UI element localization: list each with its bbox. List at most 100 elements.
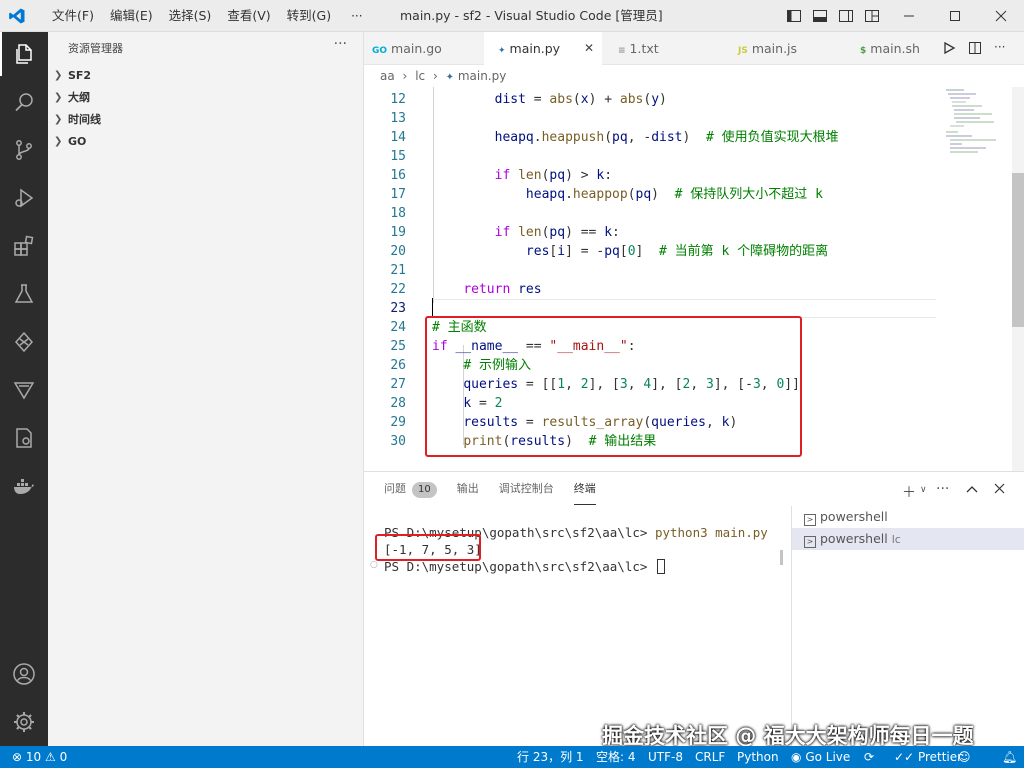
indentation[interactable]: 空格: 4 — [596, 746, 636, 768]
remote-containers-view-button[interactable] — [0, 416, 48, 460]
run-file-icon[interactable] — [942, 41, 956, 55]
tab-main-js[interactable]: JS main.js — [738, 32, 797, 65]
go-live-button[interactable]: ◉ Go Live — [791, 746, 850, 768]
tab-main-py[interactable]: ✦ main.py ✕ — [484, 32, 602, 65]
toggle-primary-sidebar-icon[interactable] — [786, 8, 802, 24]
tab-label: main.sh — [870, 41, 920, 56]
accounts-button[interactable] — [0, 652, 48, 696]
tab-1-txt[interactable]: ≡ 1.txt — [618, 32, 659, 65]
chevron-right-icon: › — [432, 69, 438, 83]
sidebar-section-timeline[interactable]: ❯ 时间线 — [48, 109, 364, 131]
encoding[interactable]: UTF-8 — [648, 746, 683, 768]
tab-terminal[interactable]: 终端 — [573, 473, 596, 505]
menu-edit[interactable]: 编辑(E) — [102, 0, 161, 32]
sidebar-section-label: SF2 — [68, 69, 92, 82]
tab-problems[interactable]: 问题 10 — [384, 472, 437, 506]
search-view-button[interactable] — [0, 80, 48, 124]
sidebar-more-button[interactable]: ··· — [334, 36, 347, 52]
new-terminal-icon[interactable]: ＋ — [902, 482, 916, 502]
notifications-icon[interactable]: 🔔︎ — [1002, 746, 1017, 768]
gitlens-view-button[interactable] — [0, 368, 48, 412]
python-file-icon: ✦ — [498, 46, 506, 56]
chevron-down-icon[interactable]: ∨ — [920, 485, 927, 495]
breadcrumb-item[interactable]: aa — [380, 69, 395, 83]
panel-tabs: 问题 10 输出 调试控制台 终端 — [364, 472, 596, 506]
sidebar-section-outline[interactable]: ❯ 大纲 — [48, 87, 364, 109]
remote-explorer-view-button[interactable] — [0, 320, 48, 364]
terminal-scrollbar[interactable] — [780, 550, 783, 565]
double-check-icon: ✓✓ — [894, 750, 915, 764]
close-window-button[interactable] — [978, 0, 1024, 32]
close-panel-icon[interactable] — [994, 483, 1005, 494]
explorer-view-button[interactable] — [0, 32, 48, 76]
terminal-list-item[interactable]: > powershell lc — [792, 528, 1024, 550]
problems-status[interactable]: ⊗ 10 ⚠ 0 — [12, 746, 67, 768]
terminal-list-item[interactable]: > powershell — [792, 506, 1024, 528]
menu-selection[interactable]: 选择(S) — [161, 0, 220, 32]
breadcrumb: aa › lc › ✦ main.py — [364, 65, 1024, 87]
code-line: 12 dist = abs(x) + abs(y) — [364, 90, 936, 109]
tab-debug-console[interactable]: 调试控制台 — [499, 472, 554, 506]
minimize-button[interactable] — [886, 0, 932, 32]
prettier-button[interactable]: ✓✓ Prettier — [894, 746, 962, 768]
terminal-list-label: powershell — [820, 509, 888, 524]
code-text: if len(pq) > k: — [494, 168, 613, 183]
split-editor-icon[interactable] — [968, 41, 982, 55]
code-line: 16 if len(pq) > k: — [364, 166, 936, 185]
terminal-list-label: powershell — [820, 531, 888, 546]
close-tab-icon[interactable]: ✕ — [584, 32, 594, 65]
editor-scrollbar-thumb[interactable] — [1012, 173, 1024, 327]
circle-marker-icon: ○ — [370, 560, 378, 570]
menu-file[interactable]: 文件(F) — [44, 0, 102, 32]
feedback-icon[interactable]: ☺ — [958, 746, 971, 768]
gear-icon — [14, 712, 34, 732]
chevron-right-icon: ❯ — [54, 114, 63, 125]
tab-main-go[interactable]: GO main.go — [372, 32, 442, 65]
triangle-icon — [13, 382, 35, 400]
panel-more-button[interactable]: ··· — [936, 481, 949, 497]
sidebar-section-go[interactable]: ❯ GO — [48, 131, 364, 153]
line-number: 23 — [390, 301, 406, 316]
breadcrumb-item[interactable]: main.py — [458, 69, 507, 83]
code-text: return res — [463, 282, 542, 297]
sidebar-section-sf2[interactable]: ❯ SF2 — [48, 65, 364, 87]
breadcrumb-item[interactable]: lc — [415, 69, 425, 83]
toggle-panel-icon[interactable] — [812, 8, 828, 24]
line-number: 20 — [390, 244, 406, 259]
run-debug-view-button[interactable] — [0, 176, 48, 220]
line-number: 17 — [390, 187, 406, 202]
menu-more-button[interactable]: ··· — [339, 9, 374, 23]
maximize-button[interactable] — [932, 0, 978, 32]
sidebar-title: 资源管理器 — [68, 42, 123, 55]
error-count: 10 — [25, 750, 42, 764]
editor-more-button[interactable]: ··· — [994, 40, 1005, 54]
maximize-icon — [950, 11, 960, 21]
language-mode[interactable]: Python — [737, 746, 779, 768]
terminal-cursor — [656, 559, 665, 574]
source-control-icon — [16, 140, 32, 160]
code-text: heapq.heappop(pq) # 保持队列大小不超过 k — [525, 187, 823, 202]
search-icon — [15, 93, 33, 112]
menu-go[interactable]: 转到(G) — [279, 0, 339, 32]
menu-view[interactable]: 查看(V) — [219, 0, 278, 32]
source-control-view-button[interactable] — [0, 128, 48, 172]
manage-button[interactable] — [0, 700, 48, 744]
extensions-view-button[interactable] — [0, 224, 48, 268]
line-ending[interactable]: CRLF — [695, 746, 725, 768]
testing-view-button[interactable] — [0, 272, 48, 316]
error-icon: ⊗ — [12, 750, 23, 764]
sync-icon[interactable]: ⟳ — [864, 746, 874, 768]
minimap[interactable] — [936, 87, 1012, 471]
docker-view-button[interactable] — [0, 464, 48, 508]
code-line: 21 — [364, 261, 936, 280]
toggle-secondary-sidebar-icon[interactable] — [838, 8, 854, 24]
tab-label: main.py — [509, 41, 561, 56]
customize-layout-icon[interactable] — [864, 8, 880, 24]
code-editor[interactable]: 12 dist = abs(x) + abs(y) 13 14 heapq.he… — [364, 87, 1024, 471]
tab-output[interactable]: 输出 — [457, 472, 479, 506]
account-icon — [13, 663, 35, 685]
maximize-panel-icon[interactable] — [966, 484, 978, 494]
minimap-preview — [946, 89, 996, 153]
cursor-position[interactable]: 行 23，列 1 — [517, 746, 584, 768]
tab-main-sh[interactable]: $ main.sh — [860, 32, 920, 65]
